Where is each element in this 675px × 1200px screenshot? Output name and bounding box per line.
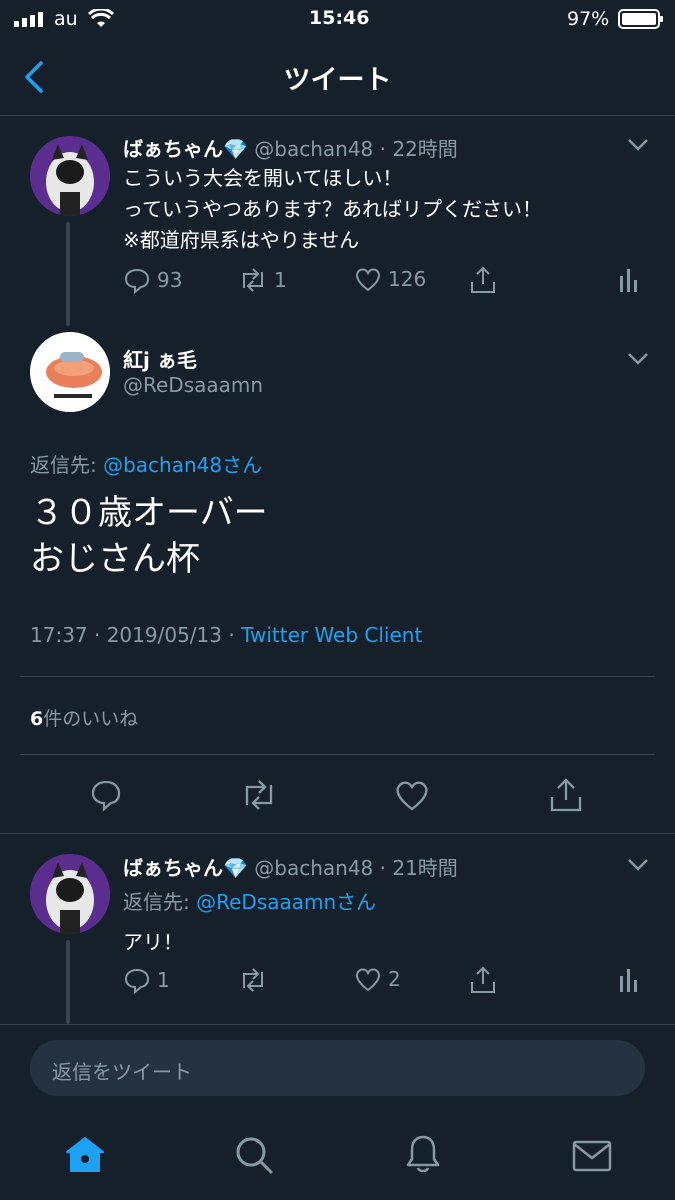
reply-icon [123, 966, 151, 994]
reply-icon [89, 778, 123, 812]
tab-bar [0, 1118, 675, 1200]
mail-icon[interactable] [572, 1140, 612, 1172]
time-ago: · 22時間 [379, 137, 458, 161]
tweet-header: ばぁちゃん💎 @bachan48 · 22時間 [123, 133, 458, 162]
like-count: 2 [388, 967, 401, 991]
divider [0, 1024, 675, 1025]
chevron-down-icon[interactable] [626, 351, 650, 367]
heart-icon [394, 779, 430, 811]
divider [20, 754, 655, 755]
tweet-text: こういう大会を開いてほしい！ っていうやつあります？あればリプください！ ※都道… [123, 166, 542, 252]
wifi-icon [88, 9, 114, 29]
reply-placeholder: 返信をツイート [52, 1060, 192, 1084]
divider [0, 833, 675, 834]
page-title: ツイート [283, 65, 392, 96]
reply-to-handle[interactable]: @ReDsaaamnさん [196, 890, 376, 914]
reply-to-handle[interactable]: @bachan48さん [103, 453, 262, 477]
reply-to: 返信先: @ReDsaaamnさん [123, 890, 377, 914]
display-name[interactable]: 紅j ぁ毛 [123, 344, 197, 373]
retweet-button[interactable] [238, 966, 274, 994]
reply-input[interactable]: 返信をツイート [30, 1040, 645, 1096]
reply-count: 93 [157, 268, 183, 292]
thread-line [66, 940, 70, 1024]
search-icon[interactable] [234, 1135, 274, 1175]
chevron-down-icon[interactable] [626, 857, 650, 873]
analytics-icon[interactable] [618, 966, 640, 994]
like-count: 126 [388, 267, 427, 291]
home-icon[interactable] [64, 1135, 106, 1175]
retweet-icon [240, 778, 278, 812]
reply-to: 返信先: @bachan48さん [30, 453, 263, 477]
tweet-meta: 17:37 · 2019/05/13 · Twitter Web Client [30, 623, 422, 647]
like-button[interactable] [394, 779, 430, 811]
analytics-icon[interactable] [618, 266, 640, 294]
likes-label: 件のいいね [43, 708, 139, 730]
share-icon[interactable] [468, 264, 498, 296]
retweet-count: 1 [274, 268, 287, 292]
client-link[interactable]: Twitter Web Client [241, 623, 422, 647]
time-ago: · 21時間 [379, 856, 458, 880]
bell-icon[interactable] [404, 1133, 442, 1175]
share-icon[interactable] [548, 776, 584, 814]
handle[interactable]: @ReDsaaamn [123, 373, 263, 397]
carrier-label: au [54, 8, 78, 30]
battery-icon [618, 9, 664, 29]
tweet-text: アリ！ [123, 930, 183, 954]
share-icon[interactable] [468, 964, 498, 996]
main-tweet-text: ３０歳オーバー おじさん杯 [30, 493, 268, 579]
avatar[interactable] [30, 854, 110, 934]
handle[interactable]: @bachan48 [254, 856, 373, 880]
retweet-button[interactable]: 1 [238, 266, 287, 294]
reply-icon [123, 266, 151, 294]
reply-button[interactable] [89, 778, 123, 812]
display-name[interactable]: ばぁちゃん💎 [123, 137, 248, 161]
retweet-button[interactable] [240, 778, 278, 812]
display-name[interactable]: ばぁちゃん💎 [123, 856, 248, 880]
chevron-down-icon[interactable] [626, 137, 650, 153]
heart-icon [354, 966, 382, 992]
handle[interactable]: @bachan48 [254, 137, 373, 161]
timestamp: 17:37 · 2019/05/13 · [30, 623, 235, 647]
thread-line [66, 222, 70, 326]
heart-icon [354, 266, 382, 292]
reply-count: 1 [157, 968, 170, 992]
status-bar: au 15:46 97% [0, 0, 675, 38]
retweet-icon [238, 966, 268, 994]
like-button[interactable]: 126 [354, 266, 426, 292]
retweet-icon [238, 266, 268, 294]
avatar[interactable] [30, 136, 110, 216]
reply-button[interactable]: 93 [123, 266, 182, 294]
likes-count: 6 [30, 708, 44, 730]
reply-button[interactable]: 1 [123, 966, 170, 994]
likes-summary[interactable]: 6件のいいね [30, 704, 138, 731]
divider [20, 676, 655, 677]
nav-bar: ツイート [0, 38, 675, 116]
signal-icon [14, 11, 46, 27]
avatar[interactable] [30, 332, 110, 412]
like-button[interactable]: 2 [354, 966, 401, 992]
clock: 15:46 [309, 7, 370, 29]
tweet-header: ばぁちゃん💎 @bachan48 · 21時間 [123, 852, 458, 881]
battery-percent: 97% [567, 8, 610, 30]
